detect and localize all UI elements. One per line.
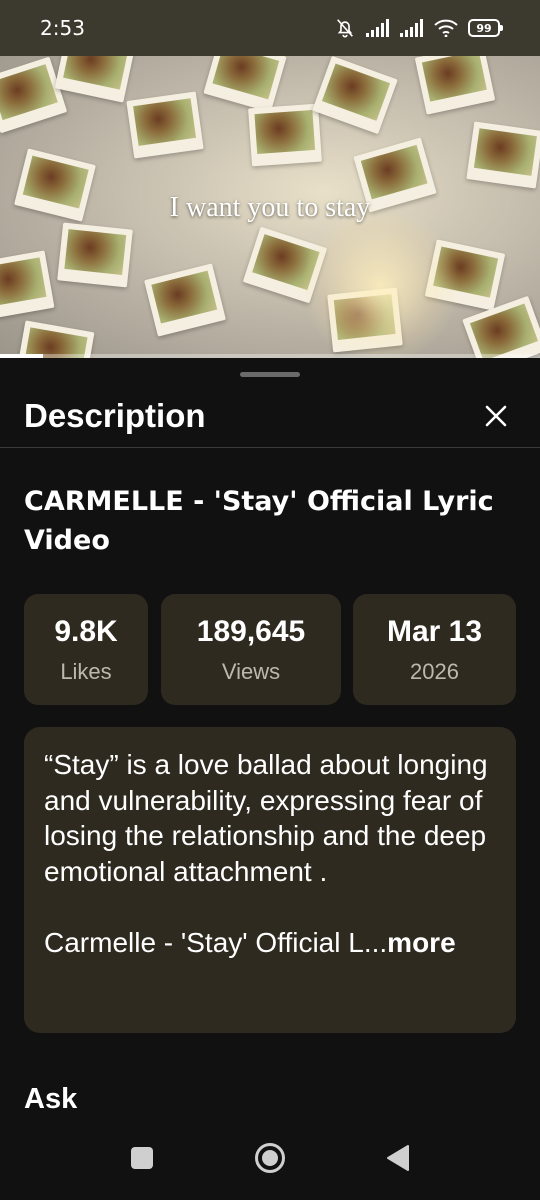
circle-icon [255,1142,285,1173]
description-sheet: Description CARMELLE - 'Stay' Official L… [0,358,540,1115]
video-frame-decoration [203,56,287,113]
status-bar: 2:53 99 [0,0,540,56]
stats-row: 9.8K Likes 189,645 Views Mar 13 2026 [24,594,516,705]
home-button[interactable] [250,1138,290,1178]
wifi-icon [434,19,458,37]
status-time: 2:53 [40,16,85,40]
sheet-title: Description [24,396,206,434]
signal-icon [366,19,390,37]
date-stat: Mar 13 2026 [353,594,516,705]
battery-icon: 99 [468,19,503,37]
ask-heading: Ask [24,1083,78,1115]
video-frame-decoration [248,103,322,167]
video-frame-decoration [414,56,496,115]
description-preview: Carmelle - 'Stay' Official L... [44,927,388,958]
description-box[interactable]: “Stay” is a love ballad about longing an… [24,727,516,1033]
video-frame-decoration [54,56,136,103]
back-button[interactable] [378,1138,418,1178]
lyric-caption: I want you to stay [169,192,371,223]
views-count: 189,645 [196,614,306,648]
video-frame-decoration [0,250,55,320]
sheet-header: Description [0,384,540,448]
recents-button[interactable] [122,1138,162,1178]
video-frame-decoration [15,320,95,358]
video-frame-decoration [57,222,133,288]
triangle-back-icon [387,1144,409,1171]
system-nav-bar [0,1115,540,1200]
likes-stat: 9.8K Likes [24,594,148,705]
status-icons: 99 [334,17,503,39]
bell-off-icon [334,17,356,39]
more-link[interactable]: more [387,927,455,958]
close-icon [485,405,507,426]
video-title: CARMELLE - 'Stay' Official Lyric Video [24,486,494,556]
close-button[interactable] [476,396,516,436]
description-text: “Stay” is a love ballad about longing an… [44,749,488,887]
video-frame-decoration [144,263,226,337]
drag-handle[interactable] [240,372,300,377]
likes-count: 9.8K [54,614,118,648]
video-frame-decoration [312,56,398,135]
description-preview-line: Carmelle - 'Stay' Official L...more [44,925,496,960]
video-frame-decoration [126,91,204,159]
video-player[interactable]: I want you to stay [0,56,540,358]
video-frame-decoration [0,56,68,134]
video-frame-decoration [466,121,540,189]
publish-date: Mar 13 [386,614,483,648]
likes-label: Likes [60,658,112,684]
signal-icon [400,19,424,37]
light-glow [300,206,460,358]
views-label: Views [221,658,281,684]
square-icon [131,1146,153,1169]
publish-year: 2026 [410,658,459,684]
views-stat: 189,645 Views [161,594,341,705]
